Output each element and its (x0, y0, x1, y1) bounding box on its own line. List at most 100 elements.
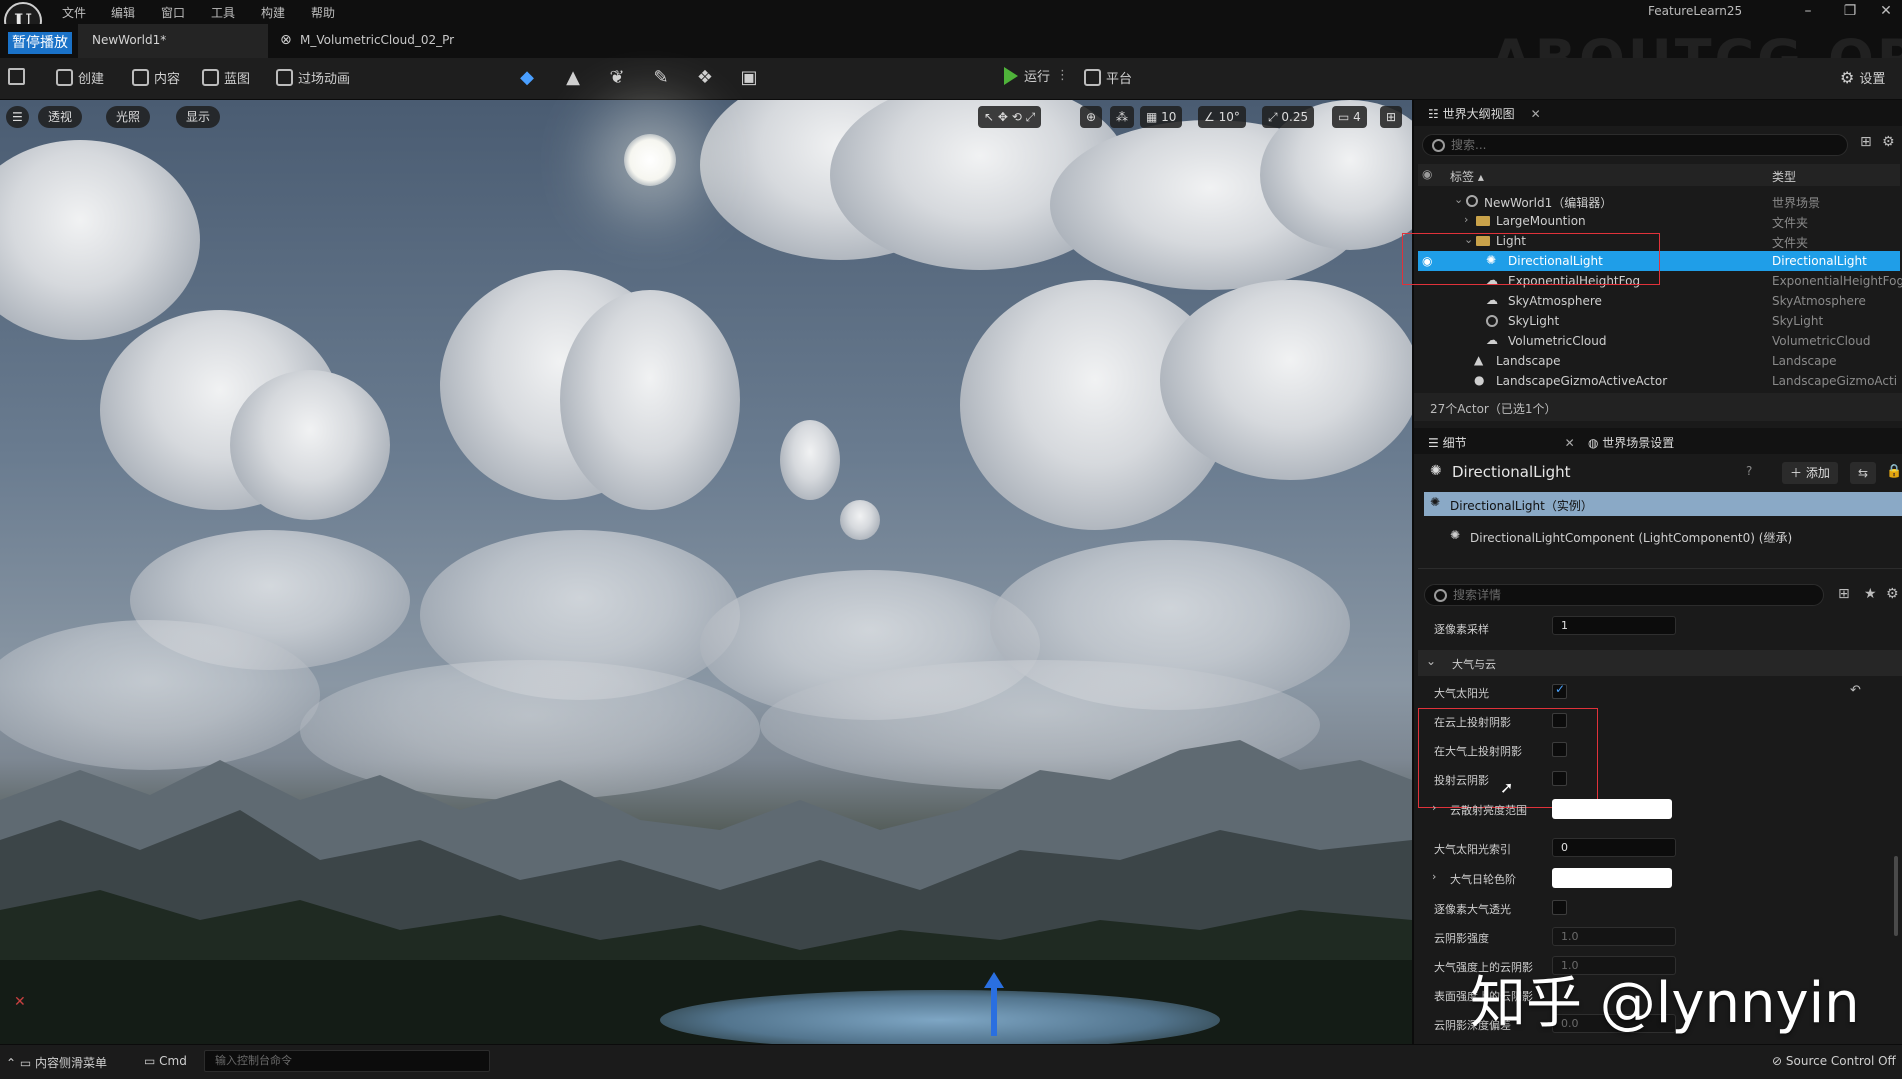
outliner-row-landscape[interactable]: ▲ Landscape Landscape (1418, 351, 1900, 371)
grid-snap-button[interactable]: ▦ 10 (1140, 106, 1183, 128)
close-window-button[interactable]: ✕ (1868, 3, 1902, 19)
outliner-row-skyatmosphere[interactable]: ☁ SkyAtmosphere SkyAtmosphere (1418, 291, 1900, 311)
prop-value-field[interactable]: 1 (1552, 616, 1676, 635)
close-icon[interactable]: ✕ (1565, 436, 1575, 450)
tab-newworld[interactable]: NewWorld1* (78, 24, 268, 58)
mesh-paint-icon[interactable]: ✎ (650, 67, 672, 89)
blueprint-button[interactable]: 蓝图 (202, 68, 250, 87)
chevron-right-icon[interactable]: › (1432, 870, 1436, 883)
row-type: SkyLight (1772, 314, 1824, 328)
show-button[interactable]: 显示 (176, 106, 221, 128)
sun-index-field[interactable]: 0 (1552, 838, 1676, 857)
transform-tools[interactable]: ↖ ✥ ⟲ ⤢ (978, 106, 1042, 128)
menu-tools[interactable]: 工具 (211, 4, 235, 21)
tab-outliner[interactable]: ☷ 世界大纲视图 ✕ (1428, 105, 1541, 129)
cloud-scatter-color-swatch[interactable] (1552, 799, 1672, 819)
rotation-snap-button[interactable]: ∠ 10° (1198, 106, 1246, 128)
atmosphere-sun-checkbox[interactable] (1552, 682, 1567, 699)
star-icon[interactable]: ★ (1864, 586, 1877, 602)
row-label: VolumetricCloud (1508, 334, 1607, 348)
row-type: VolumetricCloud (1772, 334, 1871, 348)
fracture-mode-icon[interactable]: ❖ (694, 67, 716, 89)
world-local-toggle[interactable]: ⊕ (1080, 106, 1103, 128)
minimize-button[interactable]: – (1790, 3, 1826, 19)
add-component-button[interactable]: ＋ 添加 (1782, 462, 1838, 484)
play-button[interactable]: 运行 ⋮ (1004, 66, 1069, 85)
content-drawer-button[interactable]: ⌃ ▭ 内容侧滑菜单 (6, 1054, 107, 1071)
scale-snap-button[interactable]: ⤢ 0.25 (1262, 106, 1315, 128)
cmd-button[interactable]: ▭ Cmd (144, 1054, 187, 1068)
details-instance-row[interactable]: ✺ DirectionalLight（实例） (1424, 492, 1902, 516)
select-mode-icon[interactable]: ◆ (516, 67, 538, 89)
outliner-row-skylight[interactable]: SkyLight SkyLight (1418, 311, 1900, 331)
outliner-row-volumetriccloud[interactable]: ☁ VolumetricCloud VolumetricCloud (1418, 331, 1900, 351)
directional-light-icon: ✺ (1430, 463, 1442, 479)
folder-icon (1476, 216, 1490, 226)
tab-world-settings[interactable]: ◍ 世界场景设置 (1588, 434, 1674, 458)
platform-button[interactable]: 平台 (1084, 68, 1132, 87)
outliner-row-landscapegizmo[interactable]: ● LandscapeGizmoActiveActor LandscapeGiz… (1418, 371, 1900, 391)
viewport-menu-button[interactable]: ☰ (6, 106, 29, 128)
surface-snap-button[interactable]: ⁂ (1110, 106, 1134, 128)
details-scrollbar[interactable] (1894, 856, 1898, 936)
outliner-search-input[interactable]: 搜索... (1422, 134, 1848, 156)
create-button[interactable]: 创建 (56, 68, 104, 87)
gizmo-arrow-head[interactable] (984, 972, 1004, 988)
add-folder-icon[interactable]: ⊞ (1860, 134, 1872, 150)
chevron-down-icon: ⌄ (1426, 654, 1437, 668)
table-view-icon[interactable]: ⊞ (1838, 586, 1850, 602)
visibility-icon[interactable]: ◉ (1422, 167, 1432, 181)
disk-color-swatch[interactable] (1552, 868, 1672, 888)
perspective-button[interactable]: 透视 (38, 106, 83, 128)
header-type[interactable]: 类型 (1772, 168, 1796, 185)
header-label[interactable]: 标签 ▴ (1450, 168, 1484, 185)
outliner-settings-icon[interactable]: ⚙ (1882, 134, 1895, 150)
clapper-icon (276, 69, 293, 86)
save-icon[interactable] (8, 68, 25, 85)
cloud-shadow-strength-field[interactable]: 1.0 (1552, 927, 1676, 946)
details-settings-icon[interactable]: ⚙ (1886, 586, 1899, 602)
landscape-mode-icon[interactable]: ▲ (562, 67, 584, 89)
blueprint-convert-icon[interactable]: ⇆ (1850, 462, 1876, 484)
prop-label: 大气太阳光 (1434, 687, 1489, 700)
maximize-button[interactable]: ❐ (1832, 3, 1868, 19)
menu-edit[interactable]: 编辑 (111, 4, 135, 21)
row-type: SkyAtmosphere (1772, 294, 1866, 308)
help-icon[interactable]: ? (1746, 464, 1752, 478)
transform-gizmo-z-axis[interactable] (991, 980, 997, 1036)
modeling-mode-icon[interactable]: ▣ (738, 67, 760, 89)
settings-button[interactable]: ⚙ 设置 (1840, 68, 1885, 87)
outliner-header: ◉ 标签 ▴ 类型 (1418, 164, 1900, 186)
menu-help[interactable]: 帮助 (311, 4, 335, 21)
per-pixel-transmittance-checkbox[interactable] (1552, 900, 1567, 915)
camera-speed-button[interactable]: ▭ 4 (1332, 106, 1367, 128)
cinematics-button[interactable]: 过场动画 (276, 68, 350, 87)
lock-icon[interactable]: 🔒 (1886, 464, 1902, 479)
details-component-row[interactable]: ✺ DirectionalLightComponent (LightCompon… (1424, 520, 1902, 552)
menu-window[interactable]: 窗口 (161, 4, 185, 21)
watermark-zhihu: 知乎 @lynnyin (1470, 971, 1860, 1036)
section-header-atmosphere-cloud[interactable]: ⌄ 大气与云 (1418, 650, 1902, 676)
prop-label: 逐像素大气透光 (1434, 903, 1511, 916)
source-control-button[interactable]: ⊘ Source Control Off (1772, 1054, 1896, 1068)
tab-details[interactable]: ☰ 细节 ✕ (1428, 434, 1575, 458)
play-icon (1004, 66, 1018, 85)
details-search-input[interactable]: 搜索详情 (1424, 584, 1824, 606)
row-label: LargeMountion (1496, 214, 1586, 228)
lighting-button[interactable]: 光照 (106, 106, 151, 128)
directional-light-icon: ✺ (1430, 495, 1441, 509)
outliner-row-largemountion[interactable]: › LargeMountion 文件夹 (1418, 211, 1900, 231)
close-icon[interactable]: ✕ (1531, 107, 1541, 121)
chevron-right-icon[interactable]: › (1432, 801, 1436, 814)
outliner-row-world[interactable]: ⌄ NewWorld1（编辑器） 世界场景 (1418, 191, 1900, 211)
play-options-icon[interactable]: ⋮ (1056, 68, 1069, 83)
material-icon: ⊗ (280, 32, 292, 48)
menu-build[interactable]: 构建 (261, 4, 285, 21)
menu-file[interactable]: 文件 (62, 4, 86, 21)
console-input[interactable]: 输入控制台命令 (204, 1050, 490, 1072)
level-viewport[interactable] (0, 100, 1412, 1044)
content-button[interactable]: 内容 (132, 68, 180, 87)
reset-icon[interactable]: ↶ (1850, 683, 1861, 698)
viewport-layout-button[interactable]: ⊞ (1380, 106, 1403, 128)
foliage-mode-icon[interactable]: ❦ (606, 67, 628, 89)
